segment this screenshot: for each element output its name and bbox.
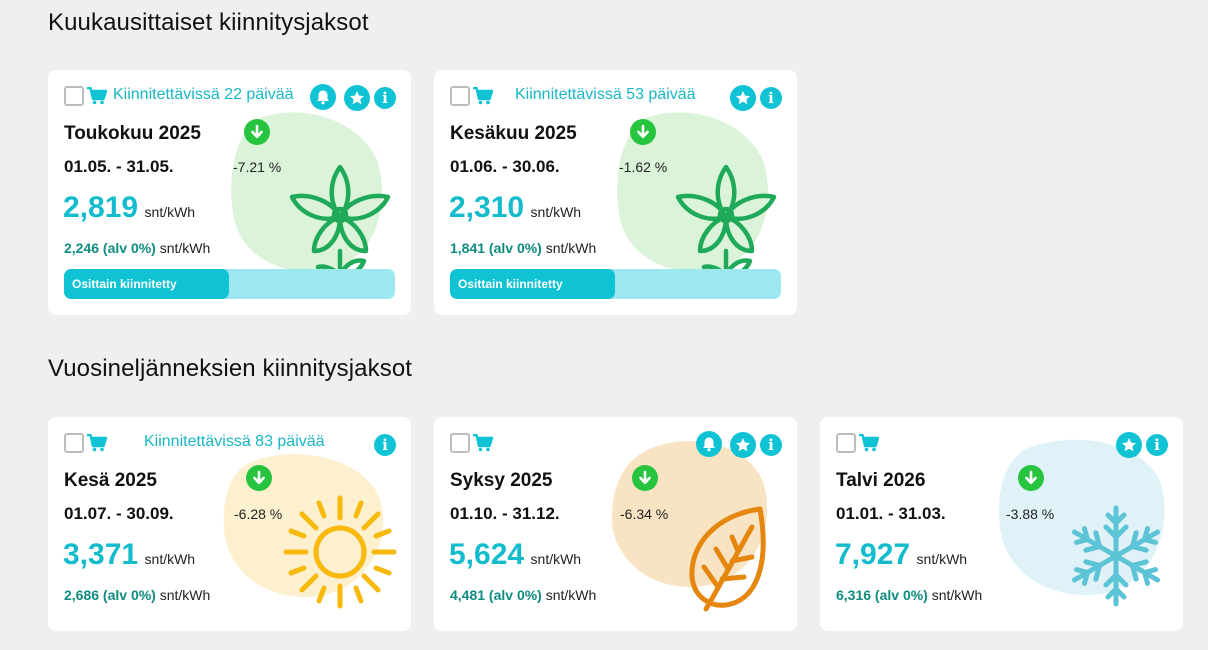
vat-unit: snt/kWh bbox=[545, 240, 597, 256]
price-row: 2,310 snt/kWh bbox=[449, 191, 581, 225]
vat-unit: snt/kWh bbox=[159, 587, 211, 603]
period-card-autumn-2025[interactable]: i Syksy 2025 01.10. - 31.12. -6.34 % 5,6… bbox=[434, 417, 797, 631]
price-unit: snt/kWh bbox=[144, 551, 196, 567]
arrow-down-icon bbox=[632, 465, 658, 491]
select-checkbox[interactable] bbox=[64, 86, 84, 106]
quarterly-section-title: Vuosineljänneksien kiinnitysjaksot bbox=[48, 355, 413, 382]
vat-unit: snt/kWh bbox=[931, 587, 983, 603]
select-checkbox[interactable] bbox=[836, 433, 856, 453]
period-dates: 01.06. - 30.06. bbox=[450, 157, 560, 176]
period-name: Kesä 2025 bbox=[64, 470, 157, 491]
star-icon[interactable] bbox=[730, 432, 756, 458]
vat-price: 6,316 (alv 0%) bbox=[836, 587, 928, 603]
select-checkbox[interactable] bbox=[64, 433, 84, 453]
snowflake-icon bbox=[1071, 505, 1161, 607]
fixation-status: Osittain kiinnitetty bbox=[72, 277, 177, 291]
price-change: -6.28 % bbox=[234, 506, 283, 522]
price-value: 2,819 bbox=[63, 191, 139, 224]
period-name: Kesäkuu 2025 bbox=[450, 123, 577, 144]
price-unit: snt/kWh bbox=[530, 204, 582, 220]
price-row: 2,819 snt/kWh bbox=[63, 191, 195, 225]
period-name: Talvi 2026 bbox=[836, 470, 926, 491]
fixation-progress-bar: Osittain kiinnitetty bbox=[64, 269, 395, 299]
flower-icon bbox=[289, 165, 391, 283]
price-row: 3,371 snt/kWh bbox=[63, 538, 195, 572]
availability-text: Kiinnitettävissä 22 päivää bbox=[113, 86, 294, 103]
vat-row: 4,481 (alv 0%) snt/kWh bbox=[450, 587, 596, 603]
vat-unit: snt/kWh bbox=[159, 240, 211, 256]
vat-row: 1,841 (alv 0%) snt/kWh bbox=[450, 240, 596, 256]
arrow-down-icon bbox=[630, 119, 656, 145]
star-icon[interactable] bbox=[1116, 432, 1142, 458]
vat-row: 2,686 (alv 0%) snt/kWh bbox=[64, 587, 210, 603]
period-card-winter-2026[interactable]: i Talvi 2026 01.01. - 31.03. -3.88 % 7,9… bbox=[820, 417, 1183, 631]
arrow-down-icon bbox=[1018, 465, 1044, 491]
vat-row: 6,316 (alv 0%) snt/kWh bbox=[836, 587, 982, 603]
price-change: -1.62 % bbox=[619, 159, 668, 175]
price-value: 7,927 bbox=[835, 538, 911, 571]
vat-unit: snt/kWh bbox=[545, 587, 597, 603]
info-icon[interactable]: i bbox=[374, 87, 396, 109]
period-dates: 01.01. - 31.03. bbox=[836, 504, 946, 523]
cart-icon[interactable] bbox=[473, 87, 493, 105]
vat-price: 4,481 (alv 0%) bbox=[450, 587, 542, 603]
price-unit: snt/kWh bbox=[916, 551, 968, 567]
arrow-down-icon bbox=[244, 119, 270, 145]
period-dates: 01.10. - 31.12. bbox=[450, 504, 560, 523]
bell-icon[interactable] bbox=[310, 84, 336, 110]
info-icon[interactable]: i bbox=[1146, 434, 1168, 456]
cart-icon[interactable] bbox=[473, 434, 493, 452]
fixation-progress-bar: Osittain kiinnitetty bbox=[450, 269, 781, 299]
fixation-status: Osittain kiinnitetty bbox=[458, 277, 563, 291]
flower-icon bbox=[675, 165, 777, 283]
bell-icon[interactable] bbox=[696, 431, 722, 457]
price-value: 3,371 bbox=[63, 538, 139, 571]
cart-icon[interactable] bbox=[87, 87, 107, 105]
period-card-june-2025[interactable]: Kiinnitettävissä 53 päivää i Kesäkuu 202… bbox=[434, 70, 797, 315]
select-checkbox[interactable] bbox=[450, 86, 470, 106]
period-dates: 01.07. - 30.09. bbox=[64, 504, 174, 523]
info-icon[interactable]: i bbox=[374, 434, 396, 456]
price-unit: snt/kWh bbox=[530, 551, 582, 567]
period-name: Syksy 2025 bbox=[450, 470, 553, 491]
price-change: -7.21 % bbox=[233, 159, 282, 175]
info-icon[interactable]: i bbox=[760, 87, 782, 109]
availability-text: Kiinnitettävissä 83 päivää bbox=[144, 433, 325, 450]
vat-row: 2,246 (alv 0%) snt/kWh bbox=[64, 240, 210, 256]
vat-price: 2,686 (alv 0%) bbox=[64, 587, 156, 603]
period-dates: 01.05. - 31.05. bbox=[64, 157, 174, 176]
period-name: Toukokuu 2025 bbox=[64, 123, 201, 144]
vat-price: 2,246 (alv 0%) bbox=[64, 240, 156, 256]
info-icon[interactable]: i bbox=[760, 434, 782, 456]
period-card-may-2025[interactable]: Kiinnitettävissä 22 päivää i Toukokuu 20… bbox=[48, 70, 411, 315]
price-value: 5,624 bbox=[449, 538, 525, 571]
price-change: -3.88 % bbox=[1006, 506, 1055, 522]
price-unit: snt/kWh bbox=[144, 204, 196, 220]
leaf-icon bbox=[689, 506, 766, 612]
price-row: 7,927 snt/kWh bbox=[835, 538, 967, 572]
vat-price: 1,841 (alv 0%) bbox=[450, 240, 542, 256]
cart-icon[interactable] bbox=[87, 434, 107, 452]
availability-text: Kiinnitettävissä 53 päivää bbox=[515, 86, 696, 103]
price-change: -6.34 % bbox=[620, 506, 669, 522]
period-card-summer-2025[interactable]: Kiinnitettävissä 83 päivää i Kesä 2025 0… bbox=[48, 417, 411, 631]
price-value: 2,310 bbox=[449, 191, 525, 224]
star-icon[interactable] bbox=[730, 85, 756, 111]
price-row: 5,624 snt/kWh bbox=[449, 538, 581, 572]
monthly-section-title: Kuukausittaiset kiinnitysjaksot bbox=[48, 9, 369, 36]
star-icon[interactable] bbox=[344, 85, 370, 111]
select-checkbox[interactable] bbox=[450, 433, 470, 453]
sun-icon bbox=[283, 495, 397, 609]
arrow-down-icon bbox=[246, 465, 272, 491]
cart-icon[interactable] bbox=[859, 434, 879, 452]
